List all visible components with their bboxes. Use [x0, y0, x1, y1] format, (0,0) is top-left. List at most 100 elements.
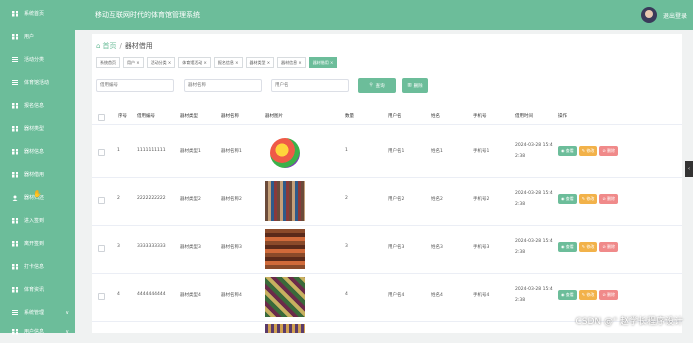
equipment-name-input[interactable] [184, 79, 262, 92]
cell-username: 用户名3 [388, 245, 405, 250]
cell-index: 2 [117, 196, 120, 201]
tab-activity-category[interactable]: 活动分类 × [146, 57, 176, 68]
sidebar-item-equipment-borrow[interactable]: 器材借用 [0, 163, 75, 186]
row-actions: ◉ 查看 ✎ 修改 ⊘ 删除 [558, 290, 620, 300]
edit-button[interactable]: ✎ 修改 [578, 242, 598, 252]
header-realname[interactable]: 姓名 [431, 113, 440, 119]
username-input[interactable] [271, 79, 349, 92]
cell-quantity: 3 [345, 244, 348, 249]
tab-equipment-type[interactable]: 器材类型 × [245, 57, 275, 68]
grid-icon [12, 286, 18, 293]
breadcrumb: ⌂ 首页 / 器材借用 [96, 41, 153, 51]
delete-button[interactable]: ⊘ 删除 [599, 290, 619, 300]
table-row: 2 2222222222 器材类型2 器材名称2 2 用户名2 姓名2 手机号2… [92, 177, 682, 226]
row-actions: ◉ 查看 ✎ 修改 ⊘ 删除 [558, 194, 620, 204]
header-quantity[interactable]: 数量 [345, 113, 354, 119]
sidebar-item-user-info[interactable]: 用户信息 ∨ [0, 320, 75, 343]
sidebar-item-registration[interactable]: 报名信息 [0, 94, 75, 117]
home-icon: ⌂ [96, 42, 101, 50]
header-equipment-name[interactable]: 器材名称 [221, 113, 239, 119]
cell-equipment-type: 器材类型2 [180, 197, 201, 202]
header-phone[interactable]: 手机号 [473, 113, 487, 119]
sidebar-item-label: 器材借用 [24, 172, 45, 178]
cell-realname: 姓名2 [431, 197, 443, 202]
sidebar-item-label: 器材类型 [24, 126, 45, 132]
tab-gym-activity[interactable]: 体育馆活动 × [178, 57, 211, 68]
sidebar-item-equipment-info[interactable]: 器材信息 [0, 140, 75, 163]
table-row: 3 3333333333 器材类型3 器材名称3 3 用户名3 姓名3 手机号3… [92, 225, 682, 274]
tab-registration[interactable]: 报名信息 × [213, 57, 243, 68]
sidebar-item-check-out[interactable]: 离开签到 [0, 232, 75, 255]
cell-borrow-code: 4444444444 [137, 292, 166, 297]
sidebar: 系统首页 用户 活动分类 体育馆活动 报名信息 器材类型 器材信息 器材借用 器… [0, 0, 75, 335]
grid-icon [12, 240, 18, 247]
delete-button[interactable]: ⊘ 删除 [599, 146, 619, 156]
cell-index: 4 [117, 292, 120, 297]
borrow-code-input[interactable] [96, 79, 174, 92]
edit-button[interactable]: ✎ 修改 [578, 146, 598, 156]
tab-home[interactable]: 系统首页 [96, 57, 120, 68]
user-area[interactable]: 退出登录 [640, 6, 687, 24]
sidebar-item-label: 体育馆活动 [24, 80, 50, 86]
breadcrumb-home[interactable]: 首页 [102, 41, 116, 51]
row-checkbox[interactable] [98, 245, 105, 252]
view-button[interactable]: ◉ 查看 [558, 290, 577, 300]
cell-borrow-time: 2:38 [515, 298, 526, 303]
cell-borrow-time: 2:38 [515, 154, 526, 159]
cell-equipment-type: 器材类型4 [180, 293, 201, 298]
cell-equipment-name: 器材名称3 [221, 245, 242, 250]
breadcrumb-separator: / [119, 42, 122, 50]
sidebar-item-gym-activity[interactable]: 体育馆活动 [0, 71, 75, 94]
sidebar-item-activity-category[interactable]: 活动分类 [0, 48, 75, 71]
sidebar-item-label: 用户信息 [24, 329, 45, 335]
sidebar-item-home[interactable]: 系统首页 [0, 2, 75, 25]
app-title: 移动互联网时代的体育馆管理系统 [95, 11, 200, 19]
sidebar-item-users[interactable]: 用户 [0, 25, 75, 48]
header-borrow-code[interactable]: 借用编号 [137, 113, 155, 119]
sidebar-item-equipment-type[interactable]: 器材类型 [0, 117, 75, 140]
cell-borrow-time: 2:38 [515, 202, 526, 207]
delete-button[interactable]: ⊘ 删除 [599, 242, 619, 252]
table-header: 序号 借用编号 器材类型 器材名称 器材图片 数量 用户名 姓名 手机号 借用时… [92, 110, 682, 125]
logout-button[interactable]: 退出登录 [663, 11, 687, 20]
edit-button[interactable]: ✎ 修改 [578, 290, 598, 300]
batch-delete-button[interactable]: ▥ 删除 [402, 78, 428, 93]
list-icon [12, 310, 18, 316]
tab-users[interactable]: 用户 × [123, 57, 144, 68]
equipment-image [265, 133, 305, 173]
search-icon: ⚲ [369, 83, 373, 88]
sidebar-item-punch-info[interactable]: 打卡信息 [0, 255, 75, 278]
tab-equipment-borrow[interactable]: 器材借用 × [308, 57, 338, 68]
header-equipment-type[interactable]: 器材类型 [180, 113, 198, 119]
view-button[interactable]: ◉ 查看 [558, 194, 577, 204]
row-actions: ◉ 查看 ✎ 修改 ⊘ 删除 [558, 242, 620, 252]
grid-icon [12, 171, 18, 178]
view-button[interactable]: ◉ 查看 [558, 242, 577, 252]
sidebar-item-label: 用户 [24, 34, 35, 40]
equipment-image [265, 277, 305, 317]
sidebar-item-check-in[interactable]: 进入签到 [0, 209, 75, 232]
avatar[interactable] [640, 7, 657, 23]
side-toggle-tab[interactable]: ‹ [685, 161, 693, 177]
cell-borrow-code: 2222222222 [137, 196, 166, 201]
row-checkbox[interactable] [98, 293, 105, 300]
header-borrow-time[interactable]: 借用时间 [515, 113, 533, 119]
search-button[interactable]: ⚲ 查询 [358, 78, 396, 93]
sidebar-item-label: 离开签到 [24, 241, 45, 247]
sidebar-item-sports-news[interactable]: 体育资讯 [0, 278, 75, 301]
cell-equipment-type: 器材类型1 [180, 149, 201, 154]
row-checkbox[interactable] [98, 197, 105, 204]
header-username[interactable]: 用户名 [388, 113, 402, 119]
delete-button[interactable]: ⊘ 删除 [599, 194, 619, 204]
cell-quantity: 1 [345, 148, 348, 153]
tab-equipment-info[interactable]: 器材信息 × [277, 57, 306, 68]
select-all-checkbox[interactable] [98, 114, 105, 121]
tab-bar: 系统首页 用户 × 活动分类 × 体育馆活动 × 报名信息 × 器材类型 × 器… [96, 57, 340, 68]
search-button-label: 查询 [375, 83, 385, 89]
cell-realname: 姓名4 [431, 293, 443, 298]
view-button[interactable]: ◉ 查看 [558, 146, 577, 156]
row-checkbox[interactable] [98, 149, 105, 156]
edit-button[interactable]: ✎ 修改 [578, 194, 598, 204]
list-icon [12, 80, 18, 86]
cell-borrow-time: 2:38 [515, 250, 526, 255]
